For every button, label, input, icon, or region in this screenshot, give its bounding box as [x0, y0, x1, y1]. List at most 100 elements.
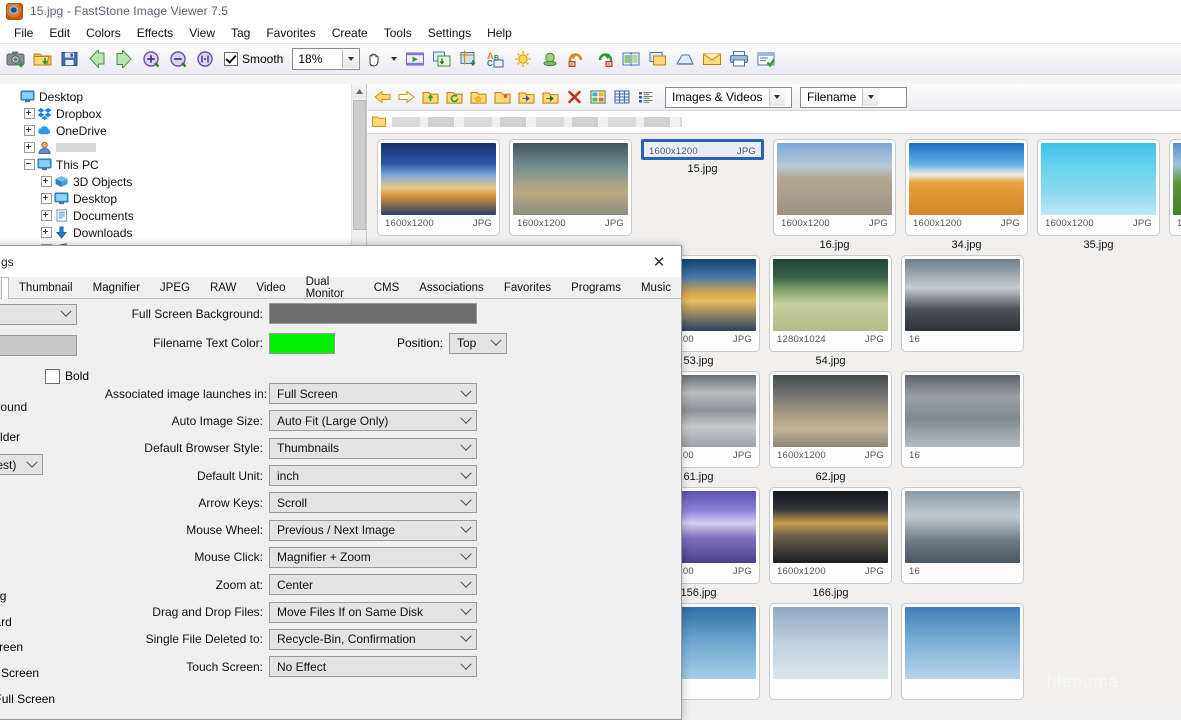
tree-expander[interactable] — [23, 105, 36, 122]
tab-music[interactable]: Music — [631, 276, 681, 298]
thumbnail-cell[interactable]: 16 — [901, 255, 1024, 367]
thumbnail-image[interactable] — [773, 375, 888, 447]
thumbnail-image[interactable] — [905, 259, 1020, 331]
tab-video[interactable]: Video — [246, 276, 295, 298]
red-eye-icon[interactable] — [538, 47, 562, 71]
thumbnail-cell[interactable]: 1600x1200JPG15.jpg — [641, 139, 764, 251]
sort-by-value[interactable]: Filename — [801, 90, 862, 104]
scrollbar-thumb[interactable] — [353, 100, 366, 230]
tree-item-3d-objects[interactable]: 3D Objects — [6, 173, 366, 190]
open-folder-icon[interactable] — [31, 47, 55, 71]
settings-option-4[interactable]: uto-Rotate by EXIF orientation tag — [0, 583, 97, 609]
menu-item-view[interactable]: View — [181, 24, 223, 42]
file-type-filter-combo[interactable]: Images & Videos — [665, 87, 792, 108]
thumbnail-cell[interactable]: 16 — [901, 487, 1024, 599]
menu-item-file[interactable]: File — [6, 24, 41, 42]
list-view-icon[interactable] — [611, 86, 633, 108]
rotate-right-icon[interactable]: 90 — [592, 47, 616, 71]
thumbnail-frame[interactable]: 16 — [901, 371, 1024, 468]
thumbnail-frame[interactable]: 1600x1200JPG — [641, 139, 764, 160]
drag-and-drop-files-select[interactable]: Move Files If on Same Disk — [269, 602, 477, 623]
settings-option-6[interactable]: uto-Hide mouse cursor in Full Screen — [0, 635, 97, 661]
thumbnail-cell[interactable]: 1600x1200JPG — [509, 139, 632, 251]
filename-text-color-swatch[interactable] — [269, 333, 335, 354]
fullscreen-background-swatch[interactable] — [269, 303, 477, 324]
mouse-wheel-select[interactable]: Previous / Next Image — [269, 520, 477, 541]
scanner-icon[interactable] — [673, 47, 697, 71]
menu-item-edit[interactable]: Edit — [41, 24, 78, 42]
scroll-up-icon[interactable] — [352, 84, 366, 98]
folder-tree[interactable]: DesktopDropboxOneDriveThis PC3D ObjectsD… — [0, 84, 366, 258]
thumbnail-frame[interactable]: 1600x1200JPG — [773, 139, 896, 236]
auto-image-size-select[interactable]: Auto Fit (Large Only) — [269, 410, 477, 431]
copy-to-folder-icon[interactable] — [515, 86, 537, 108]
mouse-click-select[interactable]: Magnifier + Zoom — [269, 547, 477, 568]
tree-expander[interactable] — [23, 139, 36, 156]
thumbnail-frame[interactable]: 1280x1024JPG — [769, 255, 892, 352]
tree-expander[interactable] — [40, 173, 53, 190]
thumbnail-image[interactable] — [1041, 143, 1156, 215]
zoom-at-select[interactable]: Center — [269, 574, 477, 595]
zoom-level-combo[interactable]: 18% — [292, 48, 360, 70]
settings-option-2[interactable]: emind me to save changes — [0, 532, 97, 558]
thumbnail-cell[interactable]: 16 — [901, 371, 1024, 483]
back-arrow-icon[interactable] — [371, 86, 393, 108]
tree-expander[interactable] — [40, 190, 53, 207]
pan-hand-icon[interactable] — [363, 47, 385, 71]
thumbnail-image[interactable] — [513, 143, 628, 215]
thumbnail-cell[interactable]: 1600x1200JPG62.jpg — [769, 371, 892, 483]
thumbnail-frame[interactable]: 1600x1200JPG — [509, 139, 632, 236]
menu-item-settings[interactable]: Settings — [420, 24, 479, 42]
thumbnail-cell[interactable]: 16 — [1169, 139, 1181, 251]
thumbnail-image[interactable] — [777, 143, 892, 215]
thumbnail-image[interactable] — [381, 143, 496, 215]
pan-tool-dropdown-arrow[interactable] — [391, 57, 397, 61]
default-browser-style-select[interactable]: Thumbnails — [269, 438, 477, 459]
contact-sheet-icon[interactable] — [619, 47, 643, 71]
menu-item-effects[interactable]: Effects — [129, 24, 181, 42]
tree-item-downloads[interactable]: Downloads — [6, 224, 366, 241]
new-folder-icon[interactable] — [491, 86, 513, 108]
filter-select[interactable]: BiFant (Fastest) — [0, 454, 43, 475]
tab-dual-monitor[interactable]: Dual Monitor — [296, 276, 364, 298]
thumbnail-cell[interactable]: 1280x1024JPG54.jpg — [769, 255, 892, 367]
up-folder-icon[interactable] — [419, 86, 441, 108]
startup-folder-select[interactable]: Last Used — [0, 304, 77, 325]
file-type-filter-value[interactable]: Images & Videos — [666, 90, 769, 104]
tree-expander[interactable] — [23, 122, 36, 139]
thumbnail-cell[interactable]: 1600x1200JPG — [377, 139, 500, 251]
single-file-deleted-to-select[interactable]: Recycle-Bin, Confirmation — [269, 629, 477, 650]
detail-view-icon[interactable] — [635, 86, 657, 108]
settings-option-7[interactable]: o Hourglass (busy) cursor in Full Screen — [0, 660, 97, 686]
tab-programs[interactable]: Programs — [561, 276, 631, 298]
settings-option-5[interactable]: uto-Load next image in Crop Board — [0, 609, 97, 635]
thumbnail-frame[interactable]: 1600x1200JPG — [769, 371, 892, 468]
tab-cms[interactable]: CMS — [364, 276, 410, 298]
thumbnail-cell[interactable]: 1600x1200JPG166.jpg — [769, 487, 892, 599]
thumbnail-frame[interactable]: 1600x1200JPG — [905, 139, 1028, 236]
thumbnail-image[interactable] — [773, 259, 888, 331]
smooth-checkbox[interactable]: Smooth — [224, 52, 283, 66]
associated-image-launches-in-select[interactable]: Full Screen — [269, 383, 477, 404]
thumbnail-cell[interactable]: 1600x1200JPG16.jpg — [773, 139, 896, 251]
thumbnail-image[interactable] — [773, 607, 888, 679]
sort-by-arrow[interactable] — [862, 89, 878, 106]
settings-icon[interactable] — [754, 47, 778, 71]
previous-image-icon[interactable] — [85, 47, 109, 71]
tab-magnifier[interactable]: Magnifier — [83, 276, 150, 298]
close-icon[interactable]: ✕ — [637, 247, 681, 277]
tree-item-user[interactable] — [6, 139, 366, 156]
thumbnail-image[interactable] — [909, 143, 1024, 215]
thumbnail-cell[interactable] — [769, 603, 892, 703]
tab-thumbnail[interactable]: Thumbnail — [9, 276, 83, 298]
favorite-folder-icon[interactable] — [467, 86, 489, 108]
delete-icon[interactable] — [563, 86, 585, 108]
settings-tabs[interactable]: ThumbnailMagnifierJPEGRAWVideoDual Monit… — [0, 277, 681, 299]
thumbnail-frame[interactable]: 16 — [901, 255, 1024, 352]
settings-option-3[interactable]: how Hidden files and folders — [0, 558, 97, 584]
thumbnail-cell[interactable]: 1600x1200JPG35.jpg — [1037, 139, 1160, 251]
position-select[interactable]: Top — [449, 333, 507, 354]
thumbnail-image[interactable] — [905, 491, 1020, 563]
forward-arrow-icon[interactable] — [395, 86, 417, 108]
sort-by-combo[interactable]: Filename — [800, 87, 907, 108]
